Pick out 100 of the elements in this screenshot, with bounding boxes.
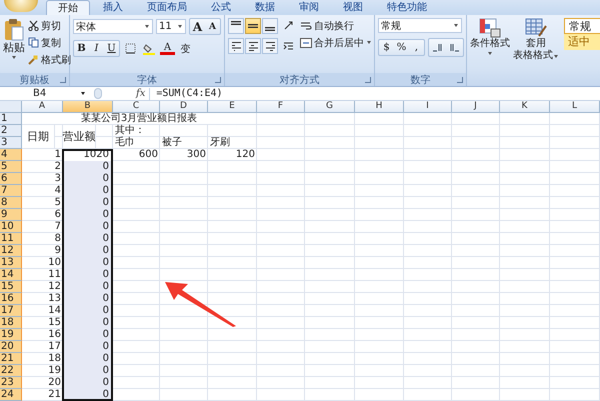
ribbon-tab[interactable]: 开始 — [46, 0, 90, 15]
row-header[interactable]: 17 — [0, 305, 22, 317]
cut-button[interactable]: 剪切 — [28, 18, 71, 33]
cell-style-swatch[interactable]: 常规 — [564, 18, 600, 34]
table-cell-text: 8 — [54, 233, 62, 245]
arrow-annotation — [165, 282, 236, 327]
table-cell-text: 16 — [47, 329, 62, 341]
increase-decimal-icon[interactable] — [431, 41, 444, 54]
row-header[interactable]: 10 — [0, 221, 22, 233]
number-format-dropdown[interactable]: 常规 — [378, 18, 462, 33]
align-button[interactable] — [245, 38, 261, 54]
ribbon-tab[interactable]: 审阅 — [288, 0, 330, 15]
column-header[interactable]: H — [355, 101, 404, 113]
table-cell-text: 0 — [102, 329, 110, 341]
row-header[interactable]: 12 — [0, 245, 22, 257]
align-button[interactable] — [228, 18, 244, 34]
ribbon-tab[interactable]: 公式 — [200, 0, 242, 15]
row-header[interactable]: 6 — [0, 173, 22, 185]
row-header[interactable]: 2 — [0, 125, 22, 137]
column-header[interactable]: I — [404, 101, 452, 113]
column-header[interactable]: B — [63, 101, 113, 113]
align-button[interactable] — [228, 38, 244, 54]
table-cell-text: 牙刷 — [209, 137, 231, 149]
row-header[interactable]: 7 — [0, 185, 22, 197]
table-cell-text: 9 — [54, 245, 62, 257]
table-cell-text: 1 — [54, 149, 62, 161]
row-header[interactable]: 19 — [0, 329, 22, 341]
row-header[interactable]: 23 — [0, 377, 22, 389]
column-header[interactable]: A — [22, 101, 63, 113]
font-name-dropdown[interactable]: 宋体 — [73, 19, 153, 34]
orientation-icon[interactable] — [283, 20, 295, 31]
copy-button[interactable]: 复制 — [28, 35, 71, 50]
align-button[interactable] — [262, 38, 278, 54]
row-header[interactable]: 18 — [0, 317, 22, 329]
bold-button[interactable]: B — [74, 41, 89, 56]
underline-button[interactable]: U — [104, 41, 119, 56]
table-cell-text: 300 — [186, 149, 207, 161]
column-header[interactable]: F — [257, 101, 305, 113]
column-header[interactable]: C — [113, 101, 160, 113]
decrease-decimal-icon[interactable] — [448, 41, 461, 54]
row-header[interactable]: 21 — [0, 353, 22, 365]
formula-field[interactable]: =SUM(C4:E4) — [149, 88, 600, 100]
font-size-dropdown[interactable]: 11 — [156, 19, 186, 34]
row-header[interactable]: 11 — [0, 233, 22, 245]
italic-button[interactable]: I — [89, 41, 104, 56]
paste-button[interactable]: 粘贴 — [3, 18, 25, 61]
fill-color-icon[interactable] — [143, 42, 155, 54]
cell-style-swatch[interactable]: 适中 — [564, 34, 600, 50]
shrink-font-button[interactable]: A — [205, 19, 220, 34]
function-button[interactable]: fx — [136, 88, 146, 99]
row-header[interactable]: 22 — [0, 365, 22, 377]
grow-font-button[interactable]: A — [190, 19, 205, 34]
ribbon-tab[interactable]: 插入 — [92, 0, 134, 15]
merge-center-button[interactable]: 合并后居中 — [300, 35, 372, 50]
table-cell-text: 17 — [47, 341, 62, 353]
column-header[interactable]: J — [452, 101, 500, 113]
row-header[interactable]: 4 — [0, 149, 22, 161]
row-header[interactable]: 5 — [0, 161, 22, 173]
dialog-launcher-icon[interactable] — [215, 76, 221, 82]
row-header[interactable]: 16 — [0, 293, 22, 305]
row-header[interactable]: 13 — [0, 257, 22, 269]
comma-button[interactable]: , — [409, 40, 424, 55]
format-painter-button[interactable]: 格式刷 — [28, 52, 71, 67]
splitter-handle-icon[interactable] — [94, 88, 102, 99]
column-header[interactable]: K — [500, 101, 550, 113]
align-button[interactable] — [262, 18, 278, 34]
row-header[interactable]: 14 — [0, 269, 22, 281]
column-header[interactable]: G — [305, 101, 355, 113]
column-header[interactable]: L — [550, 101, 600, 113]
ribbon-tab[interactable]: 数据 — [244, 0, 286, 15]
column-header[interactable]: E — [208, 101, 257, 113]
dialog-launcher-icon[interactable] — [60, 76, 66, 82]
wrap-text-button[interactable]: 自动换行 — [300, 18, 372, 33]
ribbon-tab[interactable]: 页面布局 — [136, 0, 198, 15]
currency-button[interactable]: $ — [379, 40, 394, 55]
conditional-format-button[interactable]: 条件格式 — [470, 18, 510, 57]
row-header[interactable]: 3 — [0, 137, 22, 149]
row-header[interactable]: 9 — [0, 209, 22, 221]
percent-button[interactable]: % — [394, 40, 409, 55]
row-header[interactable]: 24 — [0, 389, 22, 401]
phonetic-button[interactable]: 变 — [178, 41, 193, 56]
ribbon-tab[interactable]: 特色功能 — [376, 0, 438, 15]
row-header[interactable]: 8 — [0, 197, 22, 209]
row-header[interactable]: 15 — [0, 281, 22, 293]
borders-icon[interactable] — [125, 43, 136, 54]
group-label: 数字 — [410, 74, 430, 86]
row-header[interactable]: 20 — [0, 341, 22, 353]
dialog-launcher-icon[interactable] — [365, 76, 371, 82]
align-icon — [264, 40, 276, 52]
column-header[interactable]: D — [160, 101, 208, 113]
row-header[interactable]: 1 — [0, 113, 22, 125]
caret-icon — [454, 24, 458, 27]
ribbon-tab[interactable]: 视图 — [332, 0, 374, 15]
align-button[interactable] — [245, 18, 261, 34]
dialog-launcher-icon[interactable] — [457, 76, 463, 82]
table-cell-text: 被子 — [161, 137, 183, 149]
font-color-button[interactable]: A — [160, 42, 175, 55]
name-box[interactable]: B4 — [0, 88, 90, 100]
format-as-table-button[interactable]: 套用 表格格式 — [513, 18, 559, 62]
indent-icon[interactable] — [283, 41, 294, 52]
